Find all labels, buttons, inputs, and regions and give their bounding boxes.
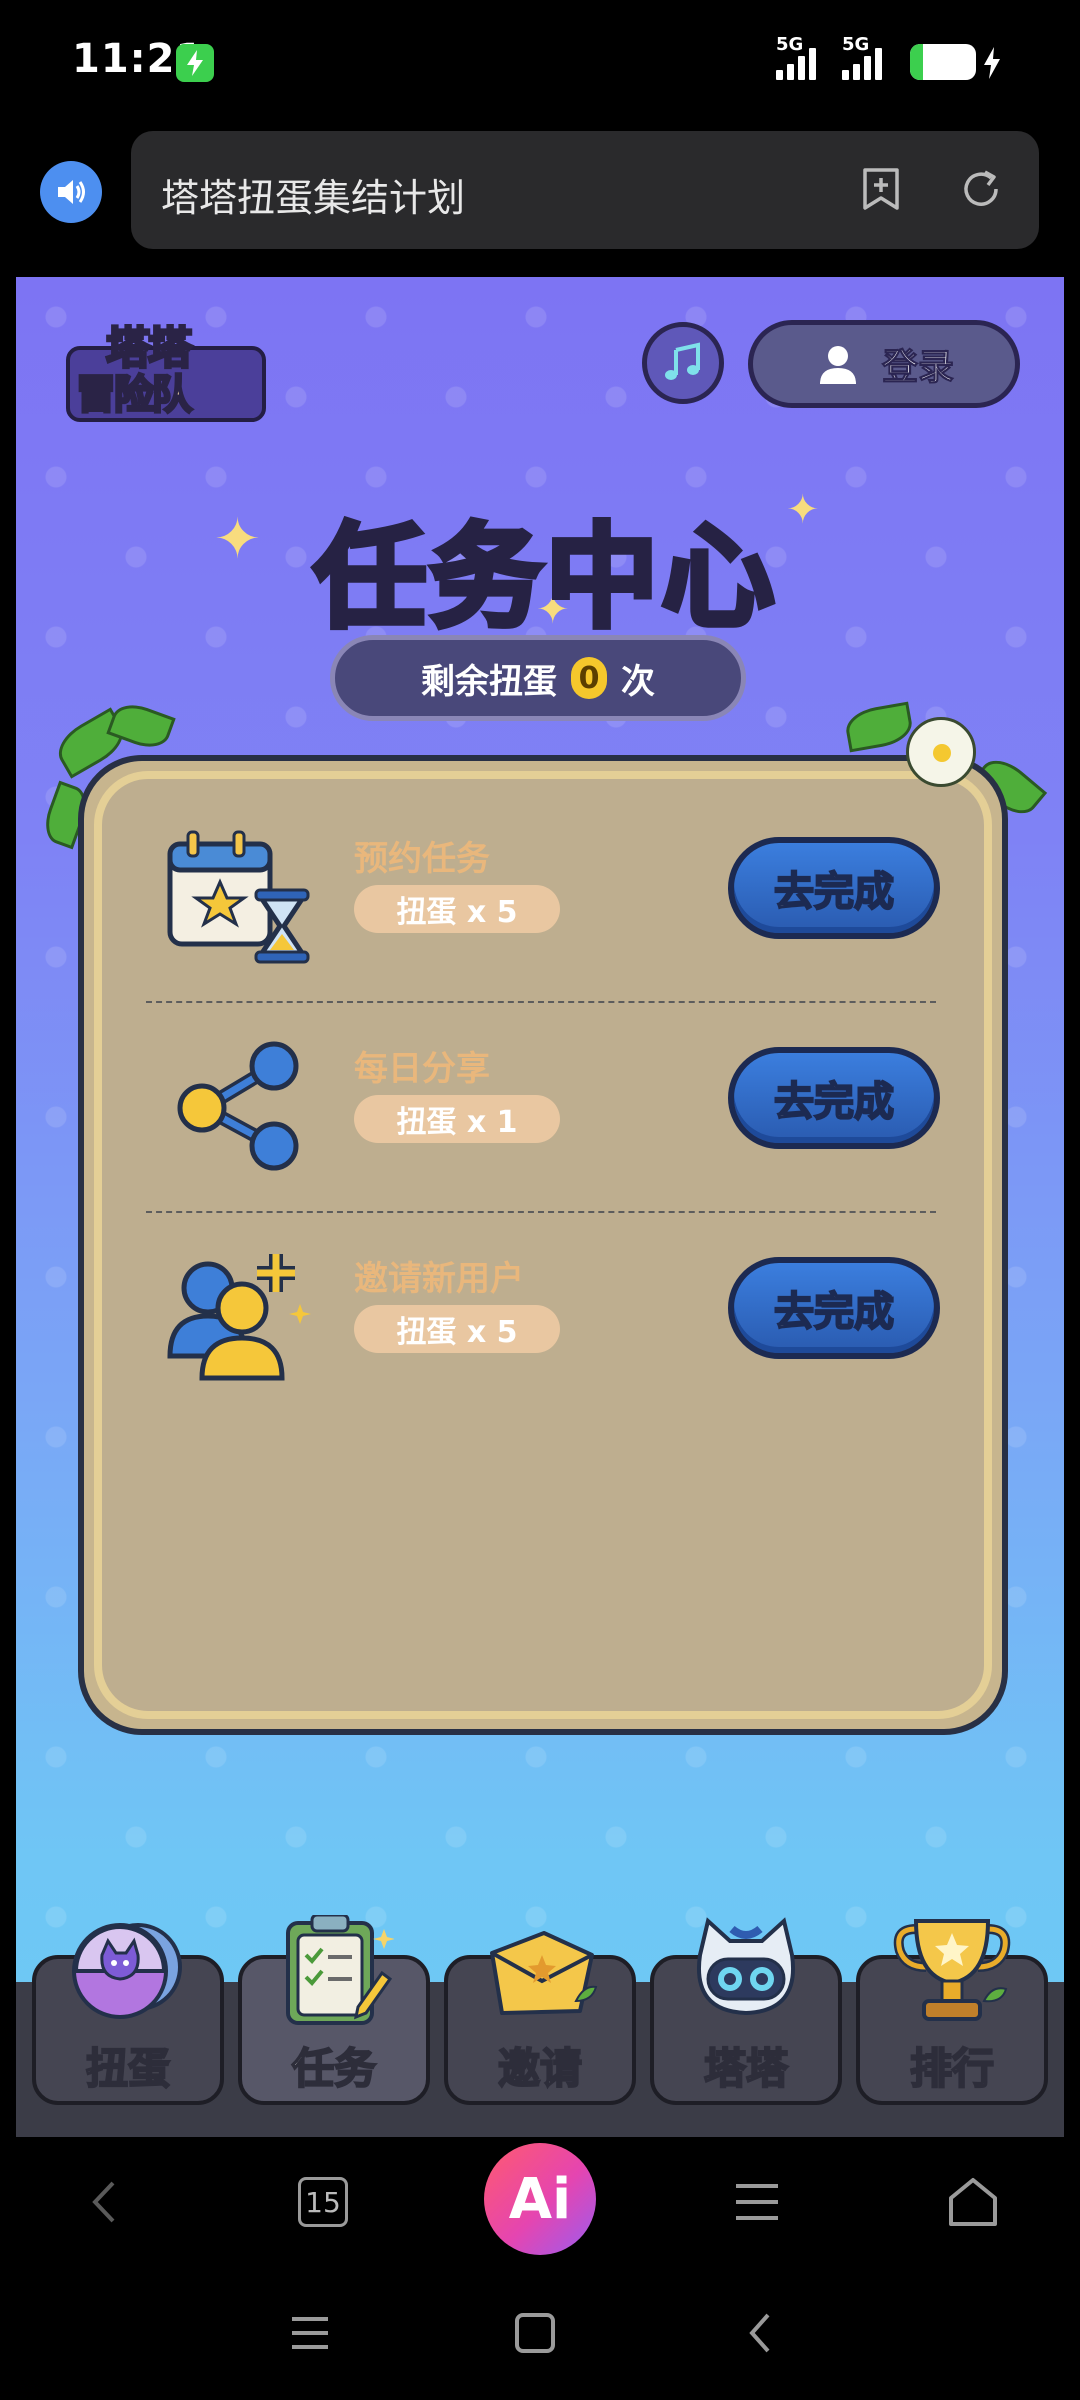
- capsule-icon: [68, 1915, 188, 2025]
- trophy-icon: [892, 1915, 1012, 2025]
- login-label: 登录: [881, 347, 954, 389]
- invite-user-icon: [164, 1246, 314, 1386]
- battery-icon: 20: [910, 44, 976, 80]
- music-note-icon[interactable]: [642, 322, 724, 404]
- clipboard-icon: [274, 1913, 395, 2025]
- login-button[interactable]: 登录: [748, 320, 1020, 408]
- complete-task-label: 去完成: [773, 1288, 895, 1336]
- complete-task-label: 去完成: [773, 868, 895, 916]
- home-icon[interactable]: [938, 2167, 1008, 2237]
- robot-cat-icon: [686, 1915, 806, 2025]
- url-field[interactable]: 塔塔扭蛋集结计划: [131, 131, 1039, 249]
- task-panel: 预约任务 扭蛋 x 5 去完成 每日分享 扭蛋 x 1 去完成 邀请新用户 扭蛋…: [78, 755, 1008, 1735]
- page-title: 任务中心: [311, 510, 778, 646]
- recent-apps-icon[interactable]: [280, 2303, 340, 2363]
- menu-icon[interactable]: [722, 2167, 792, 2237]
- task-reward-badge: 扭蛋 x 5: [354, 885, 560, 933]
- nav-item-ranking[interactable]: 排行: [856, 1915, 1048, 2105]
- gacha-counter-value: 0: [571, 657, 607, 699]
- system-back-icon[interactable]: [730, 2303, 790, 2363]
- nav-label[interactable]: 排行: [856, 2035, 1048, 2096]
- task-reward-badge: 扭蛋 x 1: [354, 1095, 560, 1143]
- home-square-icon[interactable]: [505, 2303, 565, 2363]
- network-label-2: 5G: [842, 34, 870, 55]
- nav-item-gacha[interactable]: 扭蛋: [32, 1915, 224, 2105]
- tab-switcher-button[interactable]: 15: [288, 2167, 358, 2237]
- network-label-1: 5G: [776, 34, 804, 55]
- logo-text-line2: 冒险队: [75, 371, 194, 420]
- bookmark-add-icon[interactable]: [853, 161, 909, 217]
- page-title-in-url[interactable]: 塔塔扭蛋集结计划: [161, 167, 465, 222]
- complete-task-label: 去完成: [773, 1078, 895, 1126]
- task-reward-badge: 扭蛋 x 5: [354, 1305, 560, 1353]
- charging-bolt-icon: [982, 46, 1002, 84]
- calendar-hourglass-icon: [164, 826, 314, 966]
- task-name: 每日分享: [354, 1049, 490, 1089]
- envelope-icon: [480, 1915, 600, 2025]
- nav-label[interactable]: 塔塔: [650, 2035, 842, 2096]
- remaining-gacha-counter: 剩余扭蛋 0 次: [330, 635, 746, 721]
- share-icon: [164, 1036, 314, 1176]
- complete-task-button[interactable]: 去完成: [728, 1257, 940, 1359]
- gacha-counter-prefix: 剩余扭蛋: [421, 661, 557, 702]
- battery-level: 20: [924, 46, 962, 76]
- system-navigation-bar: [0, 2267, 1080, 2400]
- flower-decoration: [906, 717, 976, 787]
- nav-label[interactable]: 任务: [238, 2035, 430, 2096]
- nav-item-invite[interactable]: 邀请: [444, 1915, 636, 2105]
- nav-label[interactable]: 扭蛋: [32, 2035, 224, 2096]
- gacha-counter-suffix: 次: [621, 661, 655, 702]
- user-icon: [819, 346, 856, 384]
- speaker-icon[interactable]: [40, 161, 102, 223]
- task-item: 预约任务 扭蛋 x 5 去完成: [84, 791, 1014, 1001]
- nav-item-tata[interactable]: 塔塔: [650, 1915, 842, 2105]
- ai-assistant-button[interactable]: Ai: [484, 2143, 596, 2255]
- complete-task-button[interactable]: 去完成: [728, 837, 940, 939]
- status-bar: 11:21 5G 5G 20: [0, 0, 1080, 125]
- nav-item-tasks[interactable]: 任务: [238, 1913, 430, 2105]
- signal-icon-1: 5G: [776, 34, 816, 80]
- task-name: 邀请新用户: [354, 1259, 524, 1299]
- task-item: 邀请新用户 扭蛋 x 5 去完成: [84, 1211, 1014, 1421]
- web-page: 塔塔 冒险队 登录 ✦ ✦ ✦ 任务中心 剩余扭蛋 0 次 预约任务 扭蛋 x …: [16, 277, 1064, 2137]
- signal-icon-2: 5G: [842, 34, 882, 80]
- complete-task-button[interactable]: 去完成: [728, 1047, 940, 1149]
- charging-icon: [176, 44, 214, 82]
- nav-label[interactable]: 邀请: [444, 2035, 636, 2096]
- back-icon[interactable]: [70, 2167, 140, 2237]
- refresh-icon[interactable]: [953, 161, 1009, 217]
- tab-count[interactable]: 15: [298, 2177, 348, 2227]
- sparkle-icon: ✦: [214, 507, 261, 572]
- task-item: 每日分享 扭蛋 x 1 去完成: [84, 1001, 1014, 1211]
- app-logo: 塔塔 冒险队: [66, 312, 266, 427]
- task-name: 预约任务: [354, 839, 490, 879]
- browser-address-bar: 塔塔扭蛋集结计划: [0, 125, 1080, 277]
